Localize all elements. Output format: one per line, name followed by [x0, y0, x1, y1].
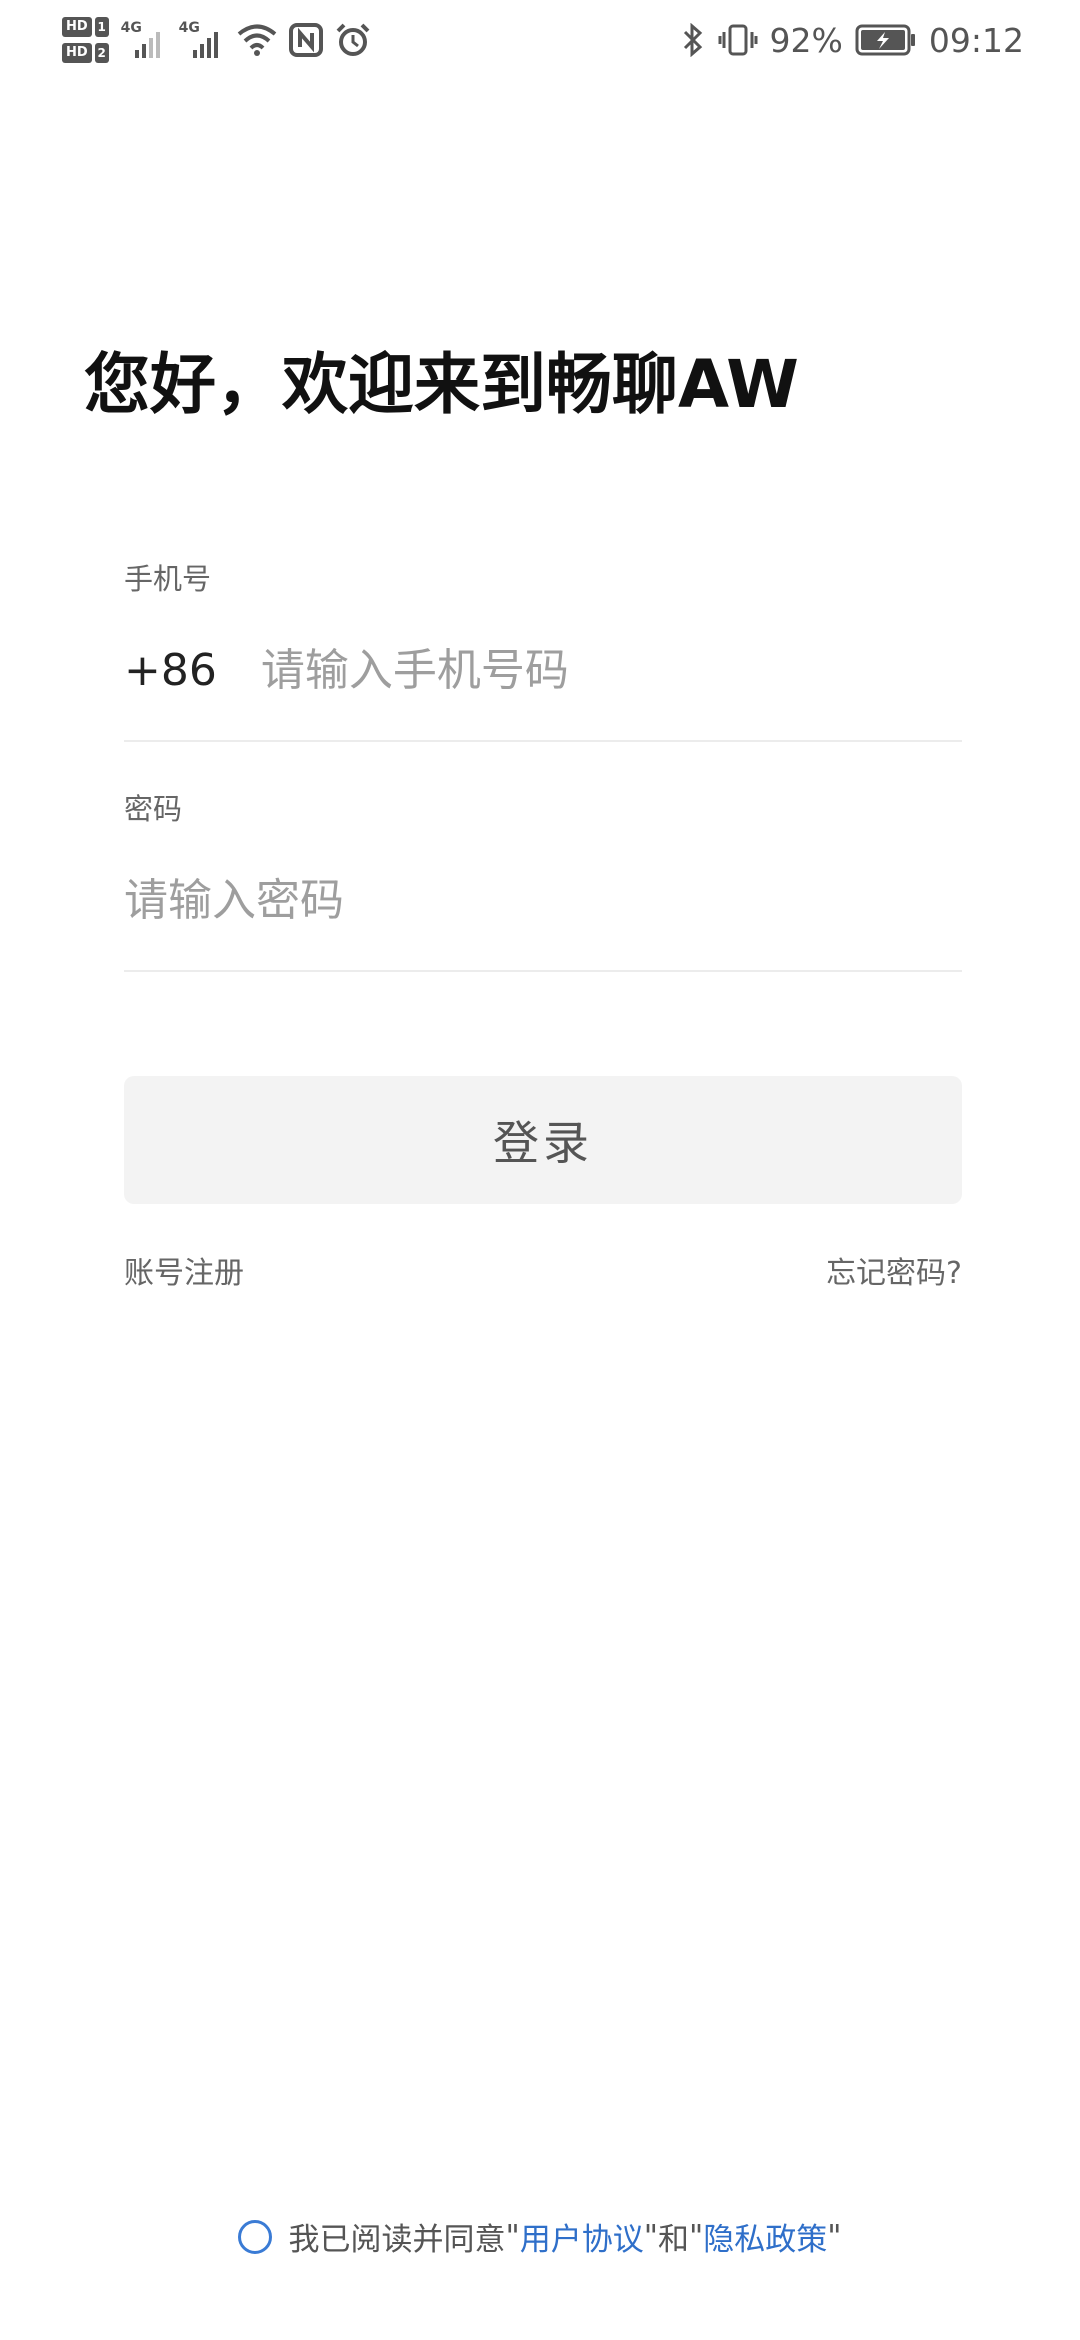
register-link[interactable]: 账号注册	[124, 1248, 244, 1292]
password-divider	[124, 970, 962, 972]
privacy-policy-link[interactable]: 隐私政策	[703, 2214, 827, 2259]
forgot-password-link[interactable]: 忘记密码?	[826, 1248, 962, 1292]
hd-badge-1: HD 1	[62, 17, 109, 37]
battery-percent: 92%	[769, 20, 843, 60]
hd-badge-2: HD 2	[62, 43, 109, 63]
password-row	[124, 860, 962, 940]
phone-divider	[124, 740, 962, 742]
agreement-and: 和	[658, 2222, 689, 2258]
hd-indicators: HD 1 HD 2	[62, 17, 109, 63]
phone-label: 手机号	[124, 562, 212, 596]
bluetooth-icon	[683, 23, 702, 57]
quote-close-1: "	[643, 2218, 658, 2255]
alarm-icon	[336, 23, 370, 56]
phone-row: +86	[124, 630, 962, 710]
password-input[interactable]	[124, 874, 962, 926]
page-title: 您好，欢迎来到畅聊AW	[84, 346, 799, 423]
signal-icon-2: 4G	[179, 20, 225, 60]
status-bar: HD 1 HD 2 4G 4G 92% 09:12	[0, 0, 1080, 80]
hd-num-1: 1	[94, 17, 109, 37]
vibrate-icon	[718, 24, 758, 56]
password-label: 密码	[124, 792, 183, 826]
agreement-row: 我已阅读并同意 " 用户协议 " 和 " 隐私政策 "	[0, 2214, 1080, 2259]
quote-open-2: "	[689, 2218, 704, 2255]
agreement-prefix: 我已阅读并同意	[288, 2222, 506, 2258]
user-agreement-link[interactable]: 用户协议	[520, 2214, 644, 2259]
quote-close-2: "	[827, 2218, 842, 2255]
agree-checkbox[interactable]	[238, 2219, 273, 2254]
wifi-icon	[237, 24, 276, 56]
signal-icon: 4G	[121, 20, 167, 60]
status-left: HD 1 HD 2 4G 4G	[62, 12, 371, 68]
status-right: 92% 09:12	[680, 12, 1024, 68]
battery-icon	[855, 24, 915, 56]
clock: 09:12	[928, 20, 1024, 60]
phone-input[interactable]	[260, 644, 962, 696]
hd-num-2: 2	[94, 43, 109, 63]
hd-label-1: HD	[62, 17, 92, 37]
quote-open-1: "	[505, 2218, 520, 2255]
hd-label-2: HD	[62, 43, 92, 63]
login-button[interactable]: 登录	[124, 1076, 962, 1204]
nfc-icon	[288, 23, 323, 57]
country-code[interactable]: +86	[124, 645, 217, 696]
